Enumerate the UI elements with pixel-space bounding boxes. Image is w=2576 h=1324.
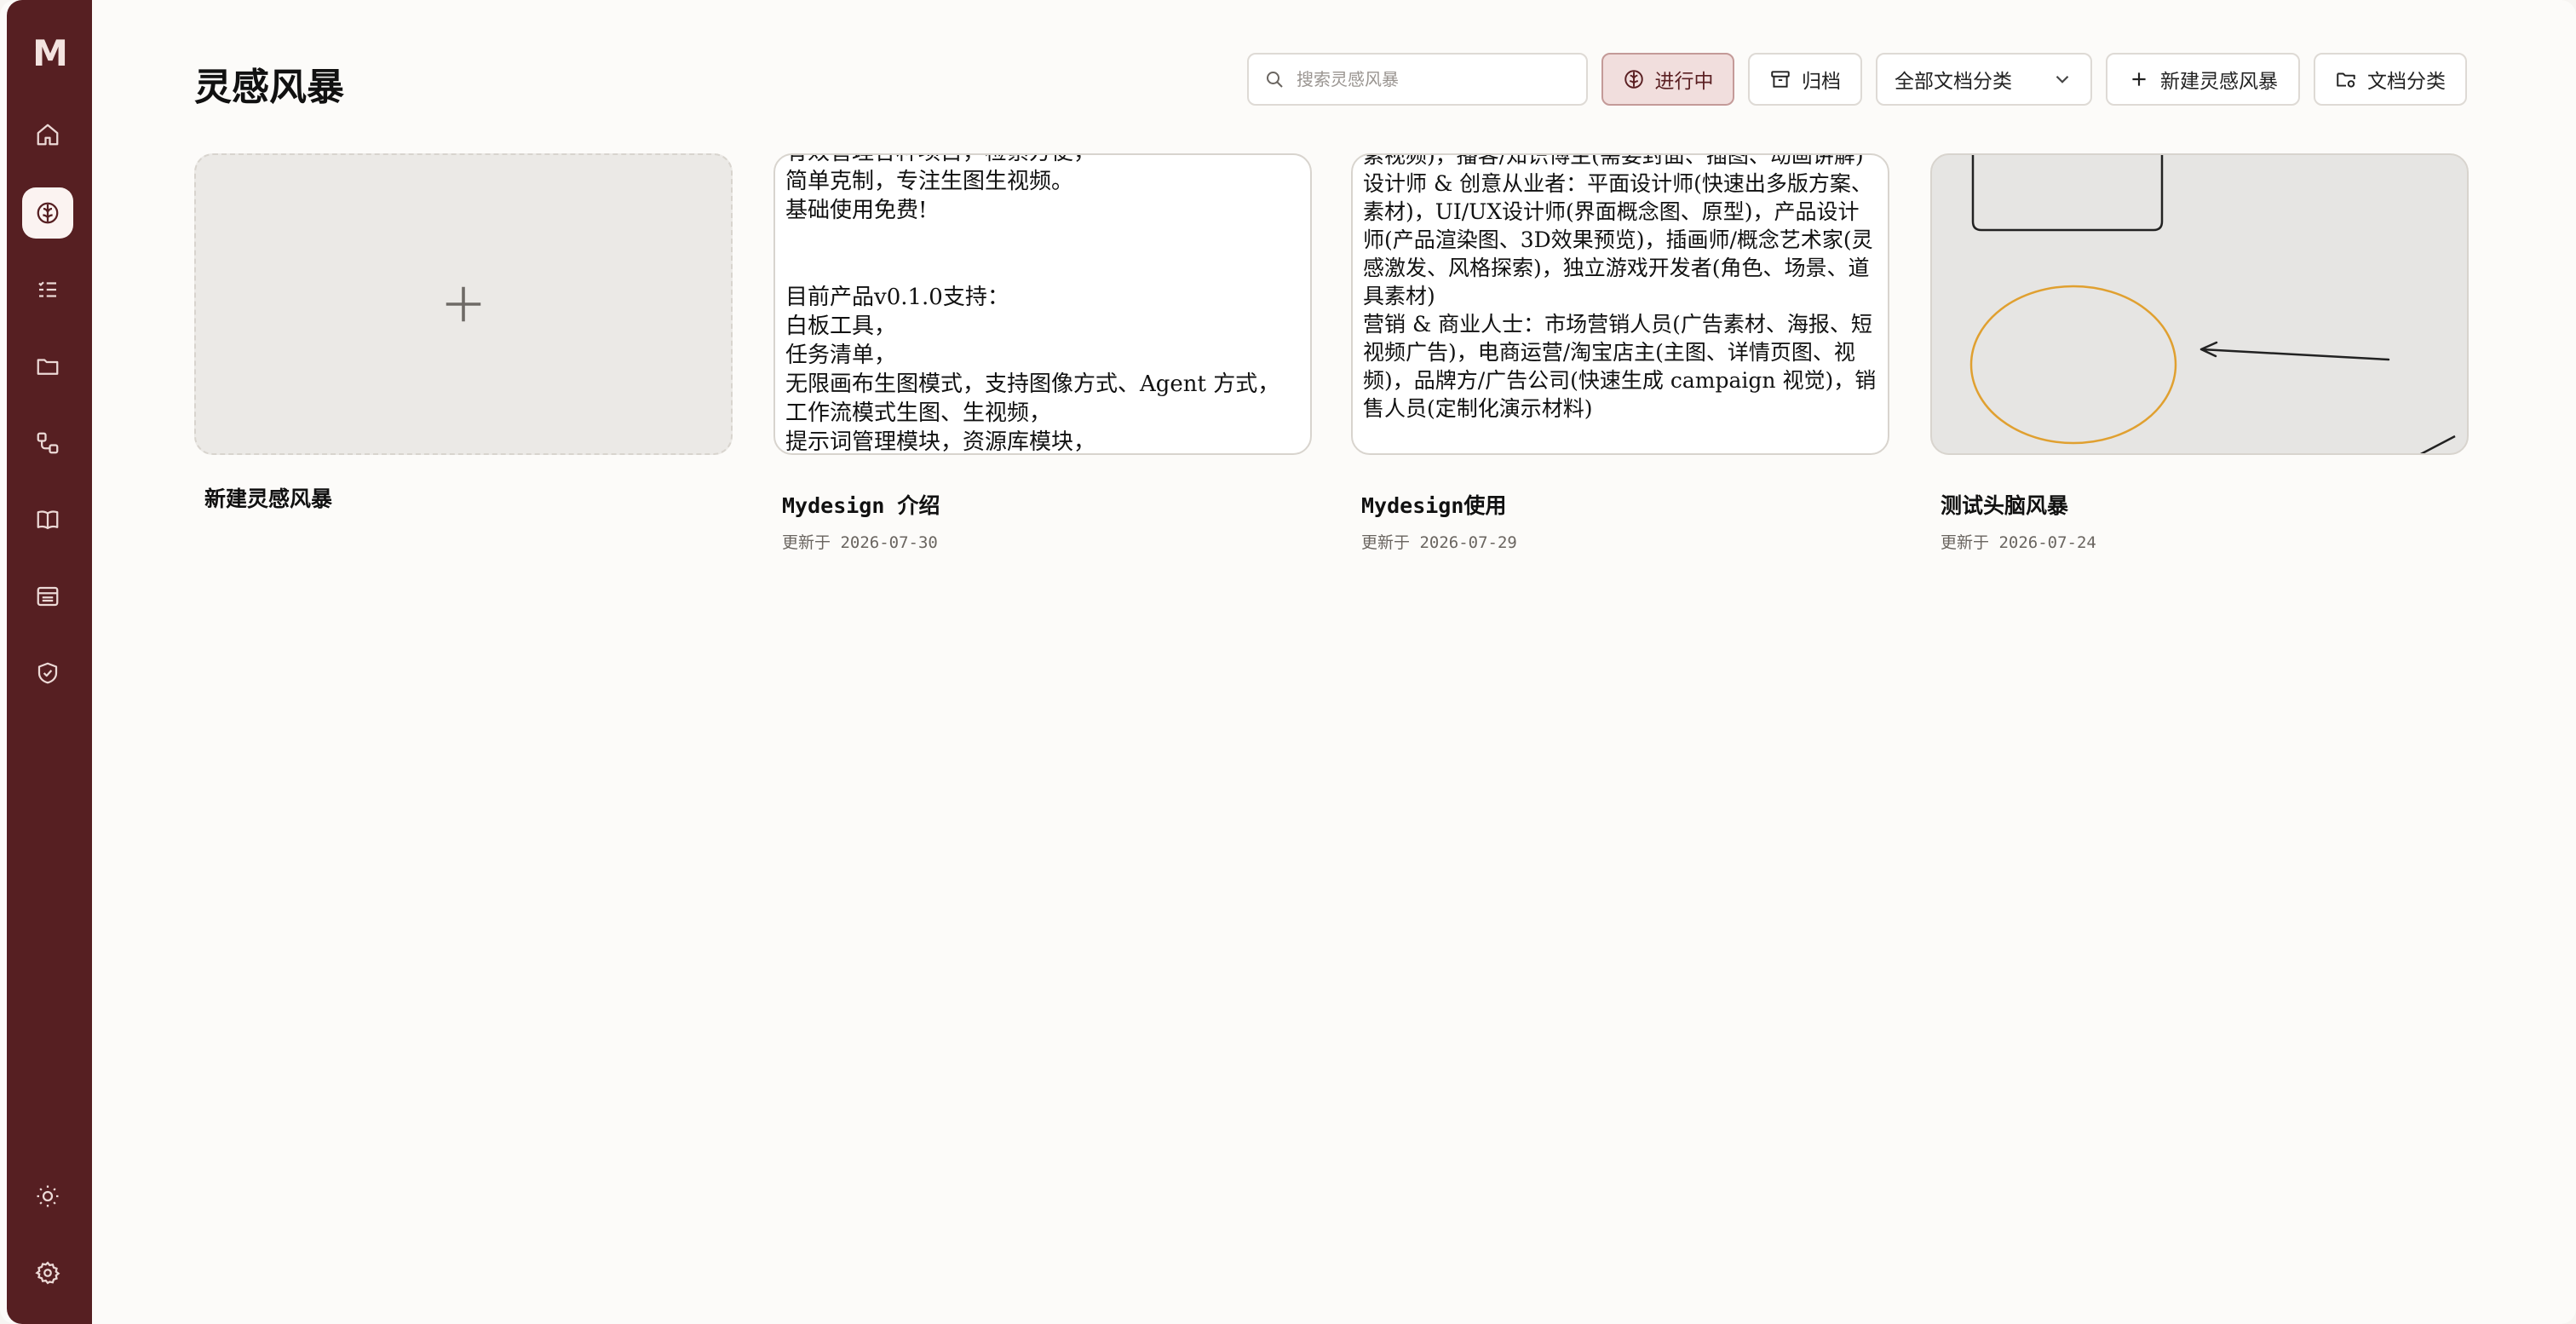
new-brainstorm-label: 新建灵感风暴 [2160, 71, 2278, 93]
book-icon [37, 510, 59, 530]
card-title[interactable]: Mydesign使用 [1361, 489, 1506, 520]
search-input[interactable] [1297, 69, 1569, 89]
sketch-rectangle [1971, 155, 2164, 232]
brainstorm-card-mydesign-intro[interactable]: 有效管理各种项目，检索方便， 简单克制，专注生图生视频。 基础使用免费! 目前产… [773, 153, 1312, 455]
card-preview-text: 有效管理各种项目，检索方便， 简单克制，专注生图生视频。 基础使用免费! 目前产… [785, 155, 1280, 455]
sidebar-item-tasks[interactable] [22, 264, 73, 315]
folder-settings-icon [2337, 72, 2355, 88]
sidebar-item-archive[interactable] [22, 571, 73, 622]
sidebar-item-workflow[interactable] [22, 417, 73, 469]
card-updated-date: 更新于 2026-07-24 [1941, 533, 2096, 552]
sidebar: M [7, 0, 92, 1324]
folder-icon [37, 359, 59, 375]
brainstorm-card-mydesign-usage[interactable]: 素视频)，播客/知识博主(需要封面、插图、动画讲解) 设计师 & 创意从业者：平… [1351, 153, 1889, 455]
brain-icon [1624, 70, 1643, 89]
doc-category-label: 文档分类 [2367, 71, 2446, 93]
archive-filter-button[interactable]: 归档 [1748, 53, 1862, 106]
sketch-arrow [2199, 341, 2390, 361]
brain-icon [37, 202, 59, 224]
card-title[interactable]: 测试头脑风暴 [1941, 489, 2068, 520]
shield-check-icon [37, 662, 58, 684]
category-select[interactable]: 全部文档分类 [1876, 53, 2092, 106]
search-box[interactable] [1247, 53, 1588, 106]
sidebar-item-brainstorm[interactable] [22, 187, 73, 239]
workflow-icon [37, 432, 59, 454]
plus-icon [2132, 72, 2146, 86]
sidebar-item-files[interactable] [22, 341, 73, 392]
archive-icon [1771, 71, 1790, 88]
new-brainstorm-button[interactable]: 新建灵感风暴 [2106, 53, 2300, 106]
in-progress-label: 进行中 [1654, 71, 1714, 93]
sidebar-item-security[interactable] [22, 648, 73, 699]
sketch-line [2419, 435, 2456, 453]
gear-icon [35, 1261, 60, 1285]
search-icon [1267, 72, 1283, 88]
app-window: M 灵感风暴 搜索灵感风暴 进行中 归档 全部文档分类 新建灵感风暴 文档分类 … [0, 0, 2576, 1324]
new-brainstorm-card[interactable] [194, 153, 733, 455]
card-updated-date: 更新于 2026-07-30 [782, 533, 938, 552]
card-updated-date: 更新于 2026-07-29 [1361, 533, 1517, 552]
chevron-down-icon [2056, 75, 2069, 83]
doc-category-button[interactable]: 文档分类 [2314, 53, 2467, 106]
card-preview-text: 素视频)，播客/知识博主(需要封面、插图、动画讲解) 设计师 & 创意从业者：平… [1363, 153, 1877, 421]
brainstorm-card-test[interactable] [1930, 153, 2469, 455]
home-icon [37, 124, 59, 146]
sun-icon [37, 1185, 59, 1207]
theme-toggle[interactable] [22, 1171, 73, 1222]
sketch-ellipse [1969, 285, 2177, 445]
app-logo[interactable]: M [7, 32, 92, 74]
page-title: 灵感风暴 [194, 66, 344, 109]
in-progress-filter-button[interactable]: 进行中 [1601, 53, 1734, 106]
settings-button[interactable] [22, 1247, 73, 1298]
sidebar-item-home[interactable] [22, 109, 73, 160]
card-title: 新建灵感风暴 [204, 486, 333, 511]
sidebar-item-library[interactable] [22, 494, 73, 545]
plus-icon [446, 286, 481, 322]
task-list-icon [38, 281, 56, 297]
archive-label: 归档 [1802, 71, 1841, 93]
card-title[interactable]: Mydesign 介绍 [782, 489, 940, 520]
whiteboard-preview [1969, 155, 2456, 453]
archive-box-icon [37, 586, 59, 607]
category-select-value: 全部文档分类 [1895, 71, 2012, 93]
